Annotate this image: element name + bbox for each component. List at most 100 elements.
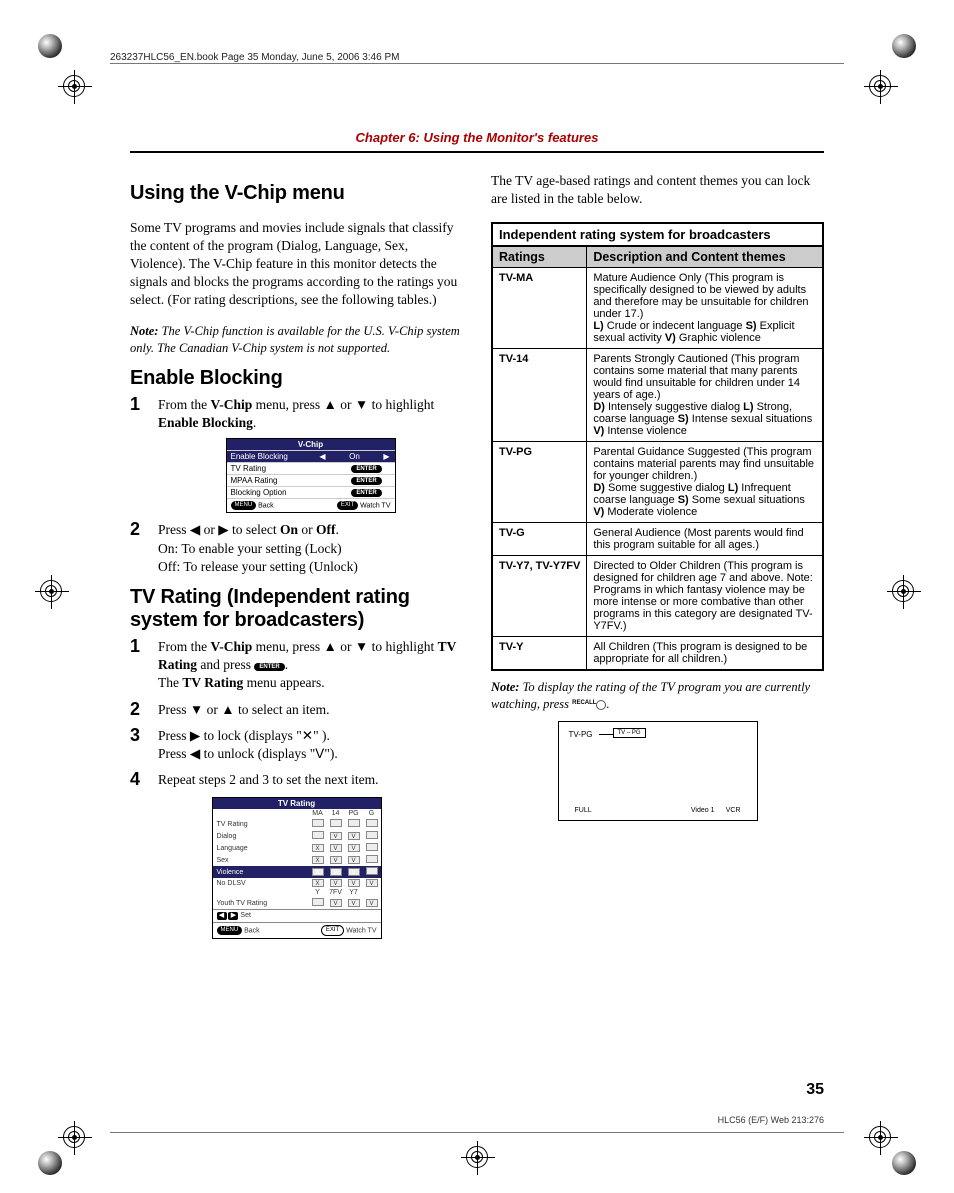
osd-box: X: [312, 868, 324, 876]
text: From the: [158, 639, 211, 654]
text: or: [337, 397, 355, 412]
osd-col: [213, 809, 309, 818]
up-arrow-icon: ▲: [221, 702, 234, 717]
note-text: To display the rating of the TV program …: [491, 680, 810, 711]
theme-code: D): [593, 482, 608, 494]
osd-cell: [309, 897, 327, 909]
osd-cell: V: [345, 830, 363, 842]
osd-row: No DLSVXVVV: [213, 878, 381, 888]
osd-value: On: [331, 452, 379, 461]
right-arrow-icon: ▶: [228, 912, 238, 920]
osd-col: Y7: [345, 888, 363, 897]
osd-cell: [363, 842, 381, 854]
heading-vchip: Using the V-Chip menu: [130, 182, 463, 205]
text: to unlock (displays ": [200, 746, 315, 761]
body-columns: Using the V-Chip menu Some TV programs a…: [130, 172, 824, 1063]
tv-full: FULL: [575, 807, 592, 814]
tv-input: VCR: [726, 807, 741, 814]
enter-pill: ENTER: [351, 465, 381, 473]
x-icon: ✕: [302, 728, 313, 743]
paragraph-intro: The TV age-based ratings and content the…: [491, 172, 824, 208]
text: Back: [258, 503, 274, 510]
down-arrow-icon: ▼: [355, 397, 368, 412]
table-row: TV-Y7, TV-Y7FVDirected to Older Children…: [492, 555, 823, 636]
osd-tv-rating: TV Rating MA14PGGTV RatingDialogVVLangua…: [212, 797, 382, 939]
osd-cell: V: [327, 866, 345, 878]
osd-footer: MENU Back EXIT Watch TV: [227, 498, 395, 512]
rating-key: TV-PG: [492, 441, 587, 522]
osd-box: V: [348, 856, 360, 864]
theme-code: D): [593, 401, 608, 413]
osd-key: Blocking Option: [231, 488, 339, 497]
osd-key: Language: [213, 842, 309, 854]
osd-row: TV Rating ENTER: [227, 462, 395, 474]
note-vchip: Note: The V-Chip function is available f…: [130, 323, 463, 357]
down-arrow-icon: ▼: [355, 639, 368, 654]
osd-box: X: [312, 856, 324, 864]
rating-desc: General Audience (Most parents would fin…: [587, 522, 823, 555]
recall-label: RECALL: [572, 700, 596, 706]
osd-cell: [327, 818, 345, 830]
heading-tv-rating: TV Rating (Independent rating system for…: [130, 586, 463, 632]
osd-box: V: [366, 899, 378, 907]
osd-box: V: [330, 844, 342, 852]
up-arrow-icon: ▲: [324, 397, 337, 412]
crop-sphere: [38, 1151, 62, 1175]
option-on: On: [280, 522, 298, 537]
note-text: The V-Chip function is available for the…: [130, 324, 460, 355]
osd-col: MA: [309, 809, 327, 818]
steps-enable: From the V-Chip menu, press ▲ or ▼ to hi…: [130, 396, 463, 576]
osd-col: Y: [309, 888, 327, 897]
theme-code: S): [678, 413, 692, 425]
footer-rule: [110, 1132, 844, 1133]
note-label: Note:: [130, 324, 158, 338]
note-label: Note:: [491, 680, 519, 694]
table-caption: Independent rating system for broadcaste…: [491, 222, 824, 245]
osd-col: 14: [327, 809, 345, 818]
osd-box: [330, 819, 342, 827]
osd-col: [363, 888, 381, 897]
rating-desc: Mature Audience Only (This program is sp…: [587, 267, 823, 348]
step-2: Press ▼ or ▲ to select an item.: [130, 701, 463, 719]
osd-value: ENTER: [343, 488, 391, 497]
up-arrow-icon: ▲: [324, 639, 337, 654]
osd-cell: [363, 830, 381, 842]
rating-key: TV-Y7, TV-Y7FV: [492, 555, 587, 636]
osd-key: TV Rating: [231, 464, 339, 473]
text: .: [336, 522, 339, 537]
osd-value: ENTER: [343, 476, 391, 485]
menu-name: V-Chip: [211, 639, 253, 654]
chapter-title: Chapter 6: Using the Monitor's features: [130, 130, 824, 153]
registration-mark: [466, 1146, 488, 1168]
text: .: [253, 415, 256, 430]
step-2: Press ◀ or ▶ to select On or Off. On: To…: [130, 521, 463, 576]
header-rule: [110, 63, 844, 64]
osd-grid: MA14PGGTV RatingDialogVVLanguageXVVSexXV…: [213, 809, 381, 909]
rating-desc: Parental Guidance Suggested (This progra…: [587, 441, 823, 522]
osd-cell: X: [309, 854, 327, 866]
tv-preview-box: TV-PG TV – PG FULL Video 1 VCR: [558, 721, 758, 821]
text: Press: [158, 728, 190, 743]
osd-key: No DLSV: [213, 878, 309, 888]
osd-cell: V: [327, 842, 345, 854]
osd-box: V: [348, 832, 360, 840]
steps-tvrating: From the V-Chip menu, press ▲ or ▼ to hi…: [130, 638, 463, 790]
osd-row: SexXVV: [213, 854, 381, 866]
enter-pill: ENTER: [351, 489, 381, 497]
osd-box: [366, 867, 378, 875]
text: Watch TV: [360, 503, 390, 510]
enter-pill: ENTER: [351, 477, 381, 485]
osd-cell: V: [327, 830, 345, 842]
step-4: Repeat steps 2 and 3 to set the next ite…: [130, 771, 463, 789]
osd-row: TV Rating: [213, 818, 381, 830]
osd-key: Dialog: [213, 830, 309, 842]
text: On: To enable your setting (Lock): [158, 541, 342, 556]
osd-row: ViolenceXVV: [213, 866, 381, 878]
table-row: TV-14Parents Strongly Cautioned (This pr…: [492, 348, 823, 441]
osd-title: V-Chip: [227, 439, 395, 450]
osd-cell: [363, 854, 381, 866]
check-icon: V: [315, 746, 324, 761]
exit-pill: EXIT: [321, 925, 344, 936]
text: Press: [158, 522, 190, 537]
osd-box: V: [348, 844, 360, 852]
